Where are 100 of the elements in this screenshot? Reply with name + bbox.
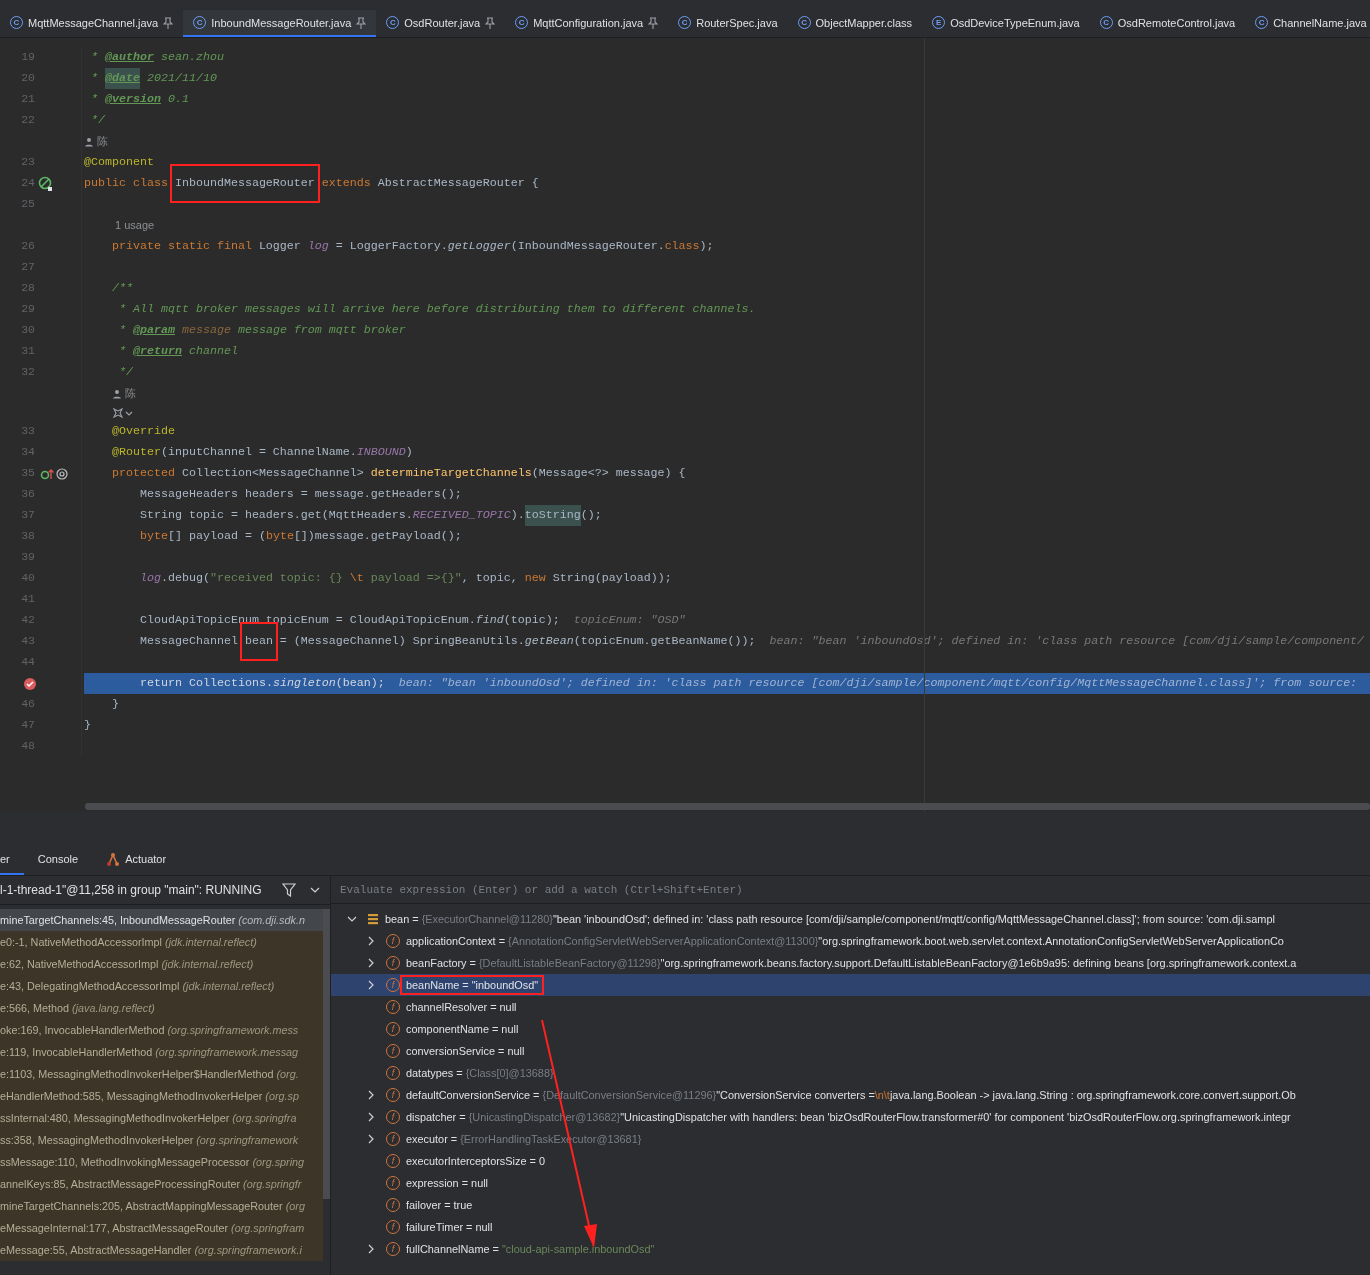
stack-frame[interactable]: eMessage:55, AbstractMessageHandler (org.springframework.i [0, 1239, 323, 1261]
code-text: (topic); [503, 612, 560, 629]
vertical-scrollbar[interactable] [323, 909, 330, 1199]
code-text: = (MessageChannel) SpringBeanUtils. [278, 633, 525, 650]
method-call: getLogger [447, 238, 511, 255]
author-hint[interactable]: 陈 [125, 383, 136, 404]
stack-frame[interactable]: eMessageInternal:177, AbstractMessageRouter (org.springfram [0, 1217, 323, 1239]
method-call: singleton [272, 675, 336, 692]
stack-frame[interactable]: ss:358, MessagingMethodInvokerHelper (org.springframework [0, 1129, 323, 1151]
breakpoint-icon[interactable] [23, 677, 37, 691]
line-number: 19 [21, 50, 35, 63]
variable-row[interactable]: f channelResolver = null [331, 996, 1370, 1018]
editor-tab[interactable]: C RouterSpec.java [668, 10, 788, 37]
person-icon [112, 388, 122, 399]
stack-frame[interactable]: oke:169, InvocableHandlerMethod (org.springframework.mess [0, 1019, 323, 1041]
variable-row[interactable]: f beanName = "inboundOsd" [331, 974, 1370, 996]
doc-comment: channel [187, 343, 238, 360]
variable-row[interactable]: f conversionService = null [331, 1040, 1370, 1062]
code-text: MessageHeaders headers = message.getHeaders(); [138, 486, 462, 503]
chevron-right-icon[interactable] [366, 936, 376, 946]
editor-tab[interactable]: C ChannelName.java [1245, 10, 1370, 37]
stack-frame[interactable]: ssInternal:480, MessagingMethodInvokerHelper (org.springfra [0, 1107, 323, 1129]
code-text: String topic = headers.get(MqttHeaders. [138, 507, 413, 524]
editor-tab[interactable]: C InboundMessageRouter.java [183, 10, 377, 37]
code-text: Collection<MessageChannel> [181, 465, 365, 482]
chevron-down-icon[interactable] [310, 886, 320, 894]
keyword: public class [84, 175, 169, 192]
stack-frame[interactable]: e:1103, MessagingMethodInvokerHelper$HandlerMethod (org. [0, 1063, 323, 1085]
variable-row[interactable]: f beanFactory = {DefaultListableBeanFactory@11298}"org.springframework.beans.factory.support.DefaultListableBeanFactory@1e6b9a95: defining beans [org.springframework.context.a [331, 952, 1370, 974]
doc-comment: * [117, 322, 127, 339]
code-text: AbstractMessageRouter { [377, 175, 539, 192]
line-number: 24 [21, 176, 35, 189]
variable-row[interactable]: f fullChannelName = "cloud-api-sample.inboundOsd" [331, 1238, 1370, 1260]
string-literal: "received topic: {} [209, 570, 344, 587]
variable-value: bean = {ExecutorChannel@11280}"bean 'inboundOsd'; defined in: 'class path resource [com/dji/sample/component/mqtt/config/MqttMessageChannel.class]'; from source: 'com.dji.sampl [385, 913, 1275, 925]
line-number: 44 [21, 655, 35, 668]
line-number: 43 [21, 634, 35, 647]
editor-tab[interactable]: C MqttMessageChannel.java [0, 10, 184, 37]
editor-tab[interactable]: E OsdDeviceTypeEnum.java [922, 10, 1090, 37]
bean-icon[interactable] [38, 176, 54, 192]
line-number: 25 [21, 197, 35, 210]
stack-frame[interactable]: annelKeys:85, AbstractMessageProcessingRouter (org.springfr [0, 1173, 323, 1195]
usage-hint[interactable]: 1 usage [115, 215, 155, 236]
chevron-right-icon[interactable] [366, 980, 376, 990]
stack-frame[interactable]: mineTargetChannels:45, InboundMessageRouter (com.dji.sdk.n [0, 909, 323, 931]
author-hint[interactable]: 陈 [97, 131, 108, 152]
doc-tag: @author [105, 47, 154, 68]
pin-icon[interactable] [485, 16, 496, 29]
chevron-right-icon[interactable] [366, 1090, 376, 1100]
override-icons[interactable] [40, 467, 68, 481]
line-number: 26 [21, 239, 35, 252]
stack-frame[interactable]: e0:-1, NativeMethodAccessorImpl (jdk.internal.reflect) [0, 931, 323, 953]
stack-frame[interactable]: ssMessage:110, MethodInvokingMessageProcessor (org.spring [0, 1151, 323, 1173]
line-number: 32 [21, 365, 35, 378]
stack-frame[interactable]: mineTargetChannels:205, AbstractMappingMessageRouter (org [0, 1195, 323, 1217]
code-text: ) [405, 444, 413, 461]
doc-param: message [180, 322, 231, 339]
editor-tab[interactable]: C MqttConfiguration.java [505, 10, 669, 37]
stack-frame[interactable]: e:62, NativeMethodAccessorImpl (jdk.internal.reflect) [0, 953, 323, 975]
doc-comment: * All mqtt broker messages will arrive here before distributing them to different channels. [117, 301, 756, 318]
annotation: @Component [84, 154, 154, 171]
line-number: 40 [21, 571, 35, 584]
chevron-right-icon[interactable] [366, 958, 376, 968]
escape-sequence: \t [349, 570, 364, 587]
tool-tab[interactable]: Console [23, 845, 93, 875]
chevron-down-icon[interactable] [347, 914, 357, 924]
variable-row[interactable]: f executorInterceptorsSize = 0 [331, 1150, 1370, 1172]
variable-row[interactable]: f componentName = null [331, 1018, 1370, 1040]
chevron-right-icon[interactable] [366, 1134, 376, 1144]
variable-row[interactable]: f failureTimer = null [331, 1216, 1370, 1238]
stack-frame[interactable]: e:566, Method (java.lang.reflect) [0, 997, 323, 1019]
variable-row[interactable]: bean = {ExecutorChannel@11280}"bean 'inboundOsd'; defined in: 'class path resource [com/dji/sample/component/mqtt/config/MqttMessageChannel.class]'; from source: 'com.dji.sampl [331, 908, 1370, 930]
filter-icon[interactable] [282, 883, 296, 897]
keyword: byte [138, 528, 168, 545]
chevron-right-icon[interactable] [366, 1112, 376, 1122]
line-number: 29 [21, 302, 35, 315]
assistant-icon[interactable] [112, 406, 134, 419]
keyword: return [138, 675, 183, 692]
editor-tab[interactable]: C OsdRouter.java [376, 10, 506, 37]
annotation: @Override [110, 423, 175, 440]
editor-tab[interactable]: C OsdRemoteControl.java [1089, 10, 1246, 37]
variable-value: channelResolver = null [406, 1001, 517, 1013]
editor-tab[interactable]: C ObjectMapper.class [787, 10, 923, 37]
code-text: String(payload)); [552, 570, 672, 587]
pin-icon[interactable] [356, 16, 367, 29]
horizontal-scrollbar[interactable] [85, 803, 1370, 810]
variable-row[interactable]: f applicationContext = {AnnotationConfigServletWebServerApplicationContext@11300}"org.springframework.boot.web.servlet.context.AnnotationConfigServletWebServerApplicationCo [331, 930, 1370, 952]
thread-selector[interactable]: l-1-thread-1"@11,258 in group "main": RUNNING [0, 883, 268, 897]
code-text: Logger [258, 238, 302, 255]
variable-row[interactable]: f failover = true [331, 1194, 1370, 1216]
stack-frame[interactable]: e:43, DelegatingMethodAccessorImpl (jdk.internal.reflect) [0, 975, 323, 997]
code-text: (bean); [335, 675, 385, 692]
pin-icon[interactable] [163, 16, 174, 29]
tool-tab[interactable]: Actuator [92, 845, 181, 875]
chevron-right-icon[interactable] [366, 1244, 376, 1254]
stack-frame[interactable]: eHandlerMethod:585, MessagingMethodInvokerHelper (org.sp [0, 1085, 323, 1107]
pin-icon[interactable] [648, 16, 659, 29]
tool-tab[interactable]: er [0, 845, 24, 875]
variable-row[interactable]: f expression = null [331, 1172, 1370, 1194]
stack-frame[interactable]: e:119, InvocableHandlerMethod (org.springframework.messag [0, 1041, 323, 1063]
